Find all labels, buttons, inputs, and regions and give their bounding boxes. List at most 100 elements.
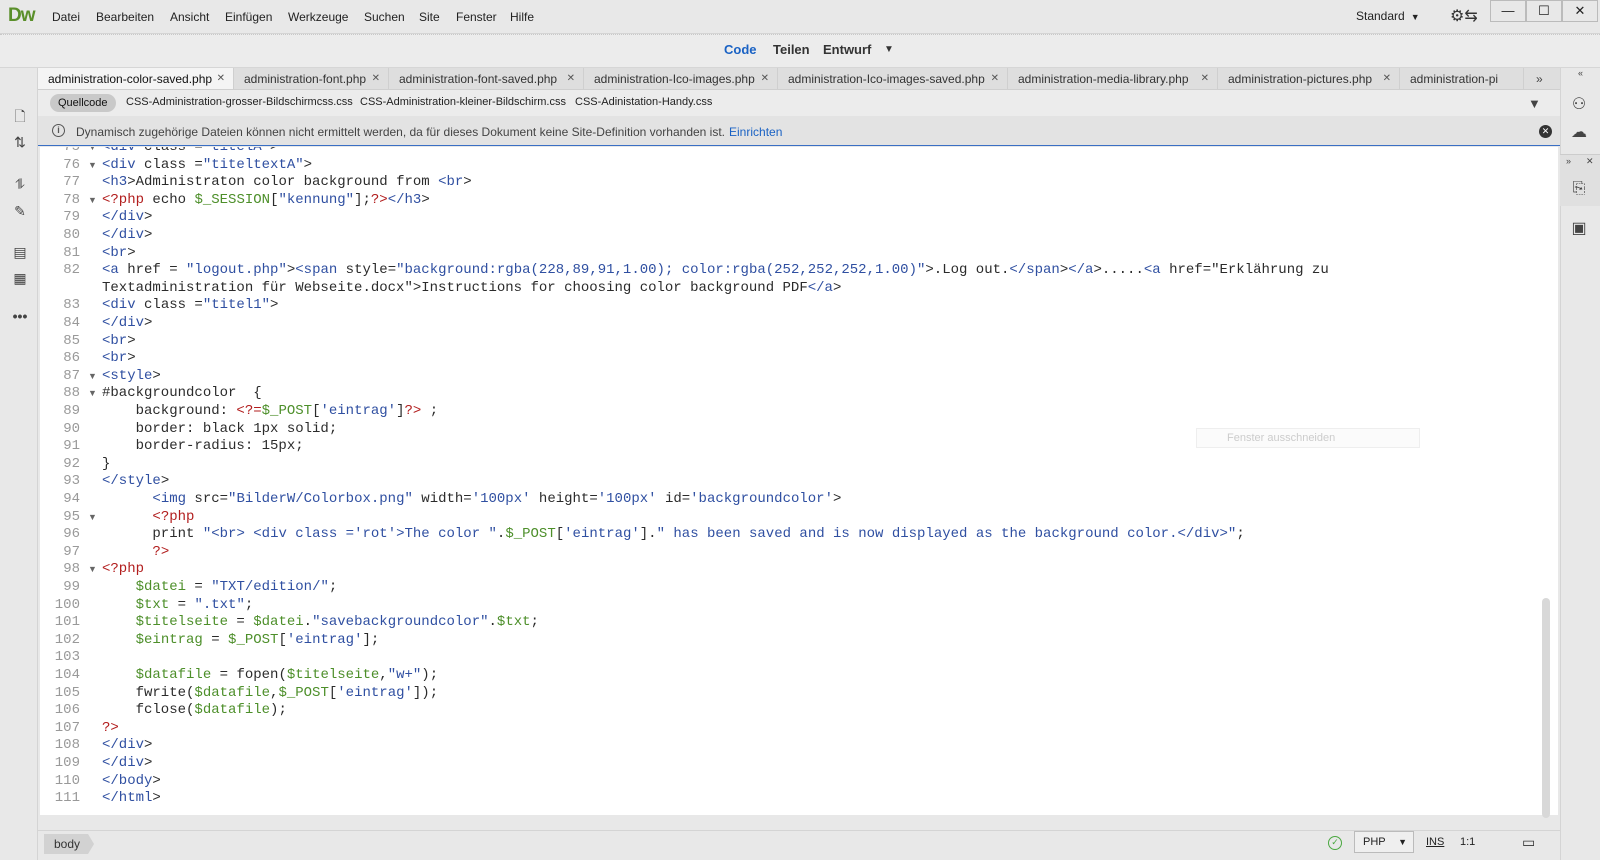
tag-breadcrumb[interactable]: body <box>44 834 95 854</box>
code-line[interactable]: } <box>102 456 110 473</box>
source-code-button[interactable]: Quellcode <box>50 94 116 112</box>
code-line[interactable]: </div> <box>102 227 152 244</box>
code-editor[interactable]: 75 ▼ <div class ="titelA"> 76 ▼ <div class ="… <box>40 147 1558 815</box>
code-line[interactable]: <br> <box>102 245 136 262</box>
code-line[interactable]: border-radius: 15px; <box>102 438 304 455</box>
close-icon[interactable]: ✕ <box>991 68 999 89</box>
code-line[interactable]: Textadministration für Webseite.docx">In… <box>102 280 841 297</box>
scrollbar[interactable] <box>1542 598 1550 818</box>
code-line[interactable]: <?php <box>102 561 144 578</box>
code-line[interactable]: </div> <box>102 755 152 772</box>
tab-administration-ico-images[interactable]: administration-Ico-images.php ✕ <box>584 68 778 89</box>
code-line[interactable]: <?php <box>102 509 194 526</box>
menu-hilfe[interactable]: Hilfe <box>510 10 534 24</box>
code-line[interactable]: <br> <box>102 333 136 350</box>
code-line[interactable]: #backgroundcolor { <box>102 385 262 402</box>
panel-collapse-icon[interactable]: « <box>1578 68 1583 78</box>
code-line[interactable]: <a href = "logout.php"><span style="back… <box>102 262 1329 279</box>
tab-administration-pictures[interactable]: administration-pictures.php ✕ <box>1218 68 1400 89</box>
more-icon[interactable]: ••• <box>10 308 30 324</box>
code-line[interactable]: fclose($datafile); <box>102 702 287 719</box>
code-line[interactable]: $eintrag = $_POST['eintrag']; <box>102 632 380 649</box>
menu-datei[interactable]: Datei <box>52 10 80 24</box>
split-tool-icon[interactable]: ⥮ <box>10 176 30 193</box>
fold-icon[interactable]: ▼ <box>88 385 97 402</box>
gear-icon[interactable]: ⚙⇆ <box>1450 6 1478 26</box>
code-line[interactable]: <img src="BilderW/Colorbox.png" width='1… <box>102 491 841 508</box>
code-line[interactable]: </div> <box>102 315 152 332</box>
close-icon[interactable]: ✕ <box>761 68 769 89</box>
code-line[interactable]: $datei = "TXT/edition/"; <box>102 579 338 596</box>
language-select[interactable]: PHP ▼ <box>1354 831 1414 853</box>
filter-icon[interactable]: ▼ <box>1528 96 1541 111</box>
chevron-down-icon[interactable]: ▼ <box>884 44 894 55</box>
code-line[interactable]: <div class ="titel1"> <box>102 297 278 314</box>
tab-administration-color-saved[interactable]: administration-color-saved.php ✕ <box>38 68 234 89</box>
sitemap-icon[interactable]: ⚇ <box>1566 94 1592 114</box>
code-line[interactable]: <br> <box>102 350 136 367</box>
workspace-switcher[interactable]: Standard ▼ <box>1356 9 1420 23</box>
panel-expand-icon[interactable]: » <box>1566 156 1571 166</box>
code-line[interactable]: </style> <box>102 473 169 490</box>
close-icon[interactable]: ✕ <box>217 68 225 89</box>
code-line[interactable]: fwrite($datafile,$_POST['eintrag']); <box>102 685 439 702</box>
preview-icon[interactable]: ▭ <box>1522 834 1535 851</box>
comment-icon[interactable]: ▤ <box>10 244 30 261</box>
format-icon[interactable]: ▦ <box>10 270 30 287</box>
code-snippet-icon[interactable]: ▣ <box>1566 218 1592 238</box>
code-line[interactable]: </div> <box>102 737 152 754</box>
code-line[interactable]: <h3>Administraton color background from … <box>102 174 472 191</box>
tab-overflow-icon[interactable]: » <box>1536 72 1543 86</box>
code-line[interactable]: <div class ="titelA"> <box>102 147 278 156</box>
related-file[interactable]: CSS-Administration-kleiner-Bildschirm.cs… <box>360 96 566 108</box>
tab-administration-pi[interactable]: administration-pi <box>1400 68 1524 89</box>
menu-fenster[interactable]: Fenster <box>456 10 497 24</box>
cloud-icon[interactable]: ☁ <box>1566 122 1592 142</box>
split-view-button[interactable]: Teilen <box>773 42 810 57</box>
close-icon[interactable]: ✕ <box>567 68 575 89</box>
code-line[interactable]: </html> <box>102 790 161 807</box>
code-line[interactable]: print "<br> <div class ='rot'>The color … <box>102 526 1244 543</box>
code-line[interactable]: border: black 1px solid; <box>102 421 338 438</box>
tab-administration-ico-images-saved[interactable]: administration-Ico-images-saved.php ✕ <box>778 68 1008 89</box>
code-line[interactable]: $titelseite = $datei."savebackgroundcolo… <box>102 614 539 631</box>
design-view-button[interactable]: Entwurf <box>823 42 871 57</box>
close-icon[interactable]: ✕ <box>372 68 380 89</box>
menu-bearbeiten[interactable]: Bearbeiten <box>96 10 154 24</box>
code-line[interactable]: ?> <box>102 544 169 561</box>
code-line[interactable]: </div> <box>102 209 152 226</box>
code-line[interactable]: <style> <box>102 368 161 385</box>
code-line[interactable]: <div class ="titeltextA"> <box>102 157 312 174</box>
brush-icon[interactable]: ✎ <box>10 203 30 220</box>
code-line[interactable]: background: <?=$_POST['eintrag']?> ; <box>102 403 439 420</box>
tab-administration-font[interactable]: administration-font.php ✕ <box>234 68 389 89</box>
code-line[interactable]: ?> <box>102 720 119 737</box>
fold-icon[interactable]: ▼ <box>88 192 97 209</box>
file-icon[interactable]: 🗋 <box>10 106 30 130</box>
fold-icon[interactable]: ▼ <box>88 509 97 526</box>
code-view-button[interactable]: Code <box>724 42 757 57</box>
fold-icon[interactable]: ▼ <box>88 561 97 578</box>
code-line[interactable]: $txt = ".txt"; <box>102 597 254 614</box>
minimize-button[interactable]: — <box>1490 0 1526 22</box>
related-file[interactable]: CSS-Administration-grosser-Bildschirmcss… <box>126 96 353 108</box>
close-circle-icon[interactable]: ✕ <box>1539 125 1552 138</box>
maximize-button[interactable]: ☐ <box>1526 0 1562 22</box>
code-line[interactable]: <?php echo $_SESSION["kennung"];?></h3> <box>102 192 430 209</box>
fold-icon[interactable]: ▼ <box>88 368 97 385</box>
sort-icon[interactable]: ⇅ <box>10 134 30 151</box>
fold-icon[interactable]: ▼ <box>88 147 97 156</box>
close-icon[interactable]: ✕ <box>1586 156 1594 167</box>
fold-icon[interactable]: ▼ <box>88 157 97 174</box>
tab-administration-media-library[interactable]: administration-media-library.php ✕ <box>1008 68 1218 89</box>
tab-administration-font-saved[interactable]: administration-font-saved.php ✕ <box>389 68 584 89</box>
insert-icon[interactable]: ⎘ <box>1566 180 1592 198</box>
menu-ansicht[interactable]: Ansicht <box>170 10 209 24</box>
related-file[interactable]: CSS-Adinistation-Handy.css <box>575 96 712 108</box>
code-line[interactable]: </body> <box>102 773 161 790</box>
setup-link[interactable]: Einrichten <box>729 125 782 139</box>
menu-suchen[interactable]: Suchen <box>364 10 405 24</box>
close-icon[interactable]: ✕ <box>1383 68 1391 89</box>
close-icon[interactable]: ✕ <box>1201 68 1209 89</box>
menu-werkzeuge[interactable]: Werkzeuge <box>288 10 348 24</box>
